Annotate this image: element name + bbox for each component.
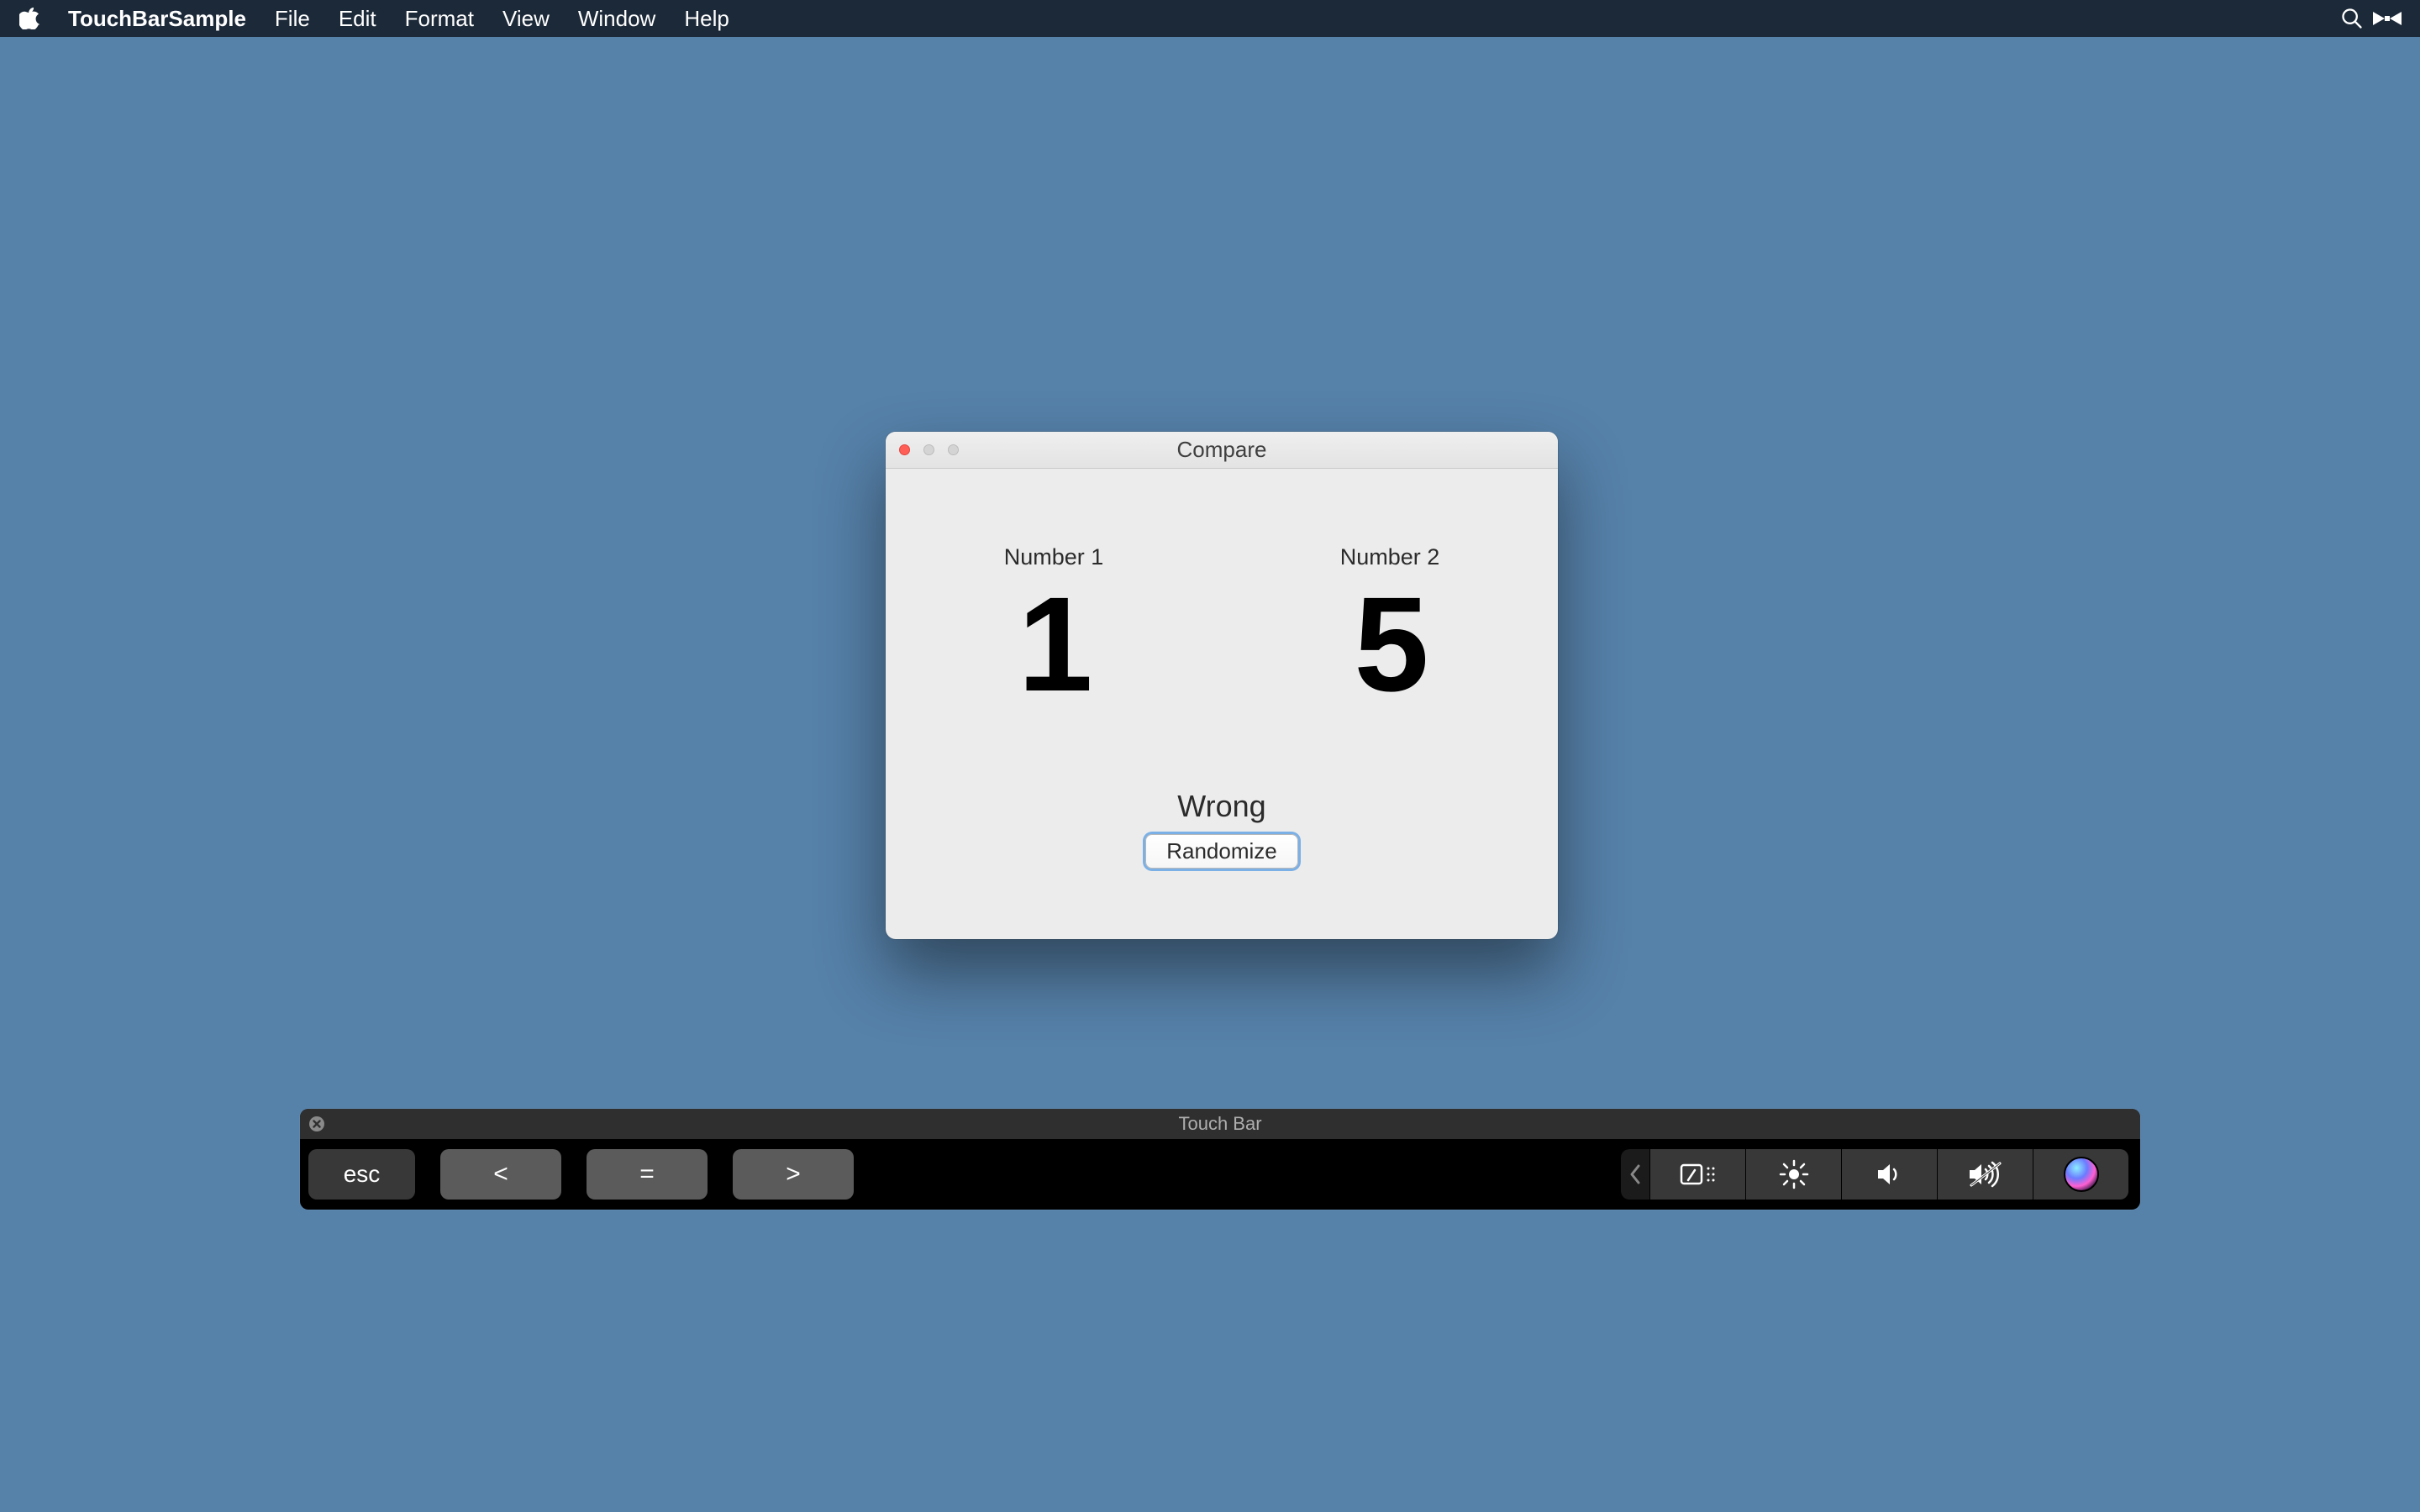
window-title: Compare <box>886 437 1558 463</box>
number-2-label: Number 2 <box>1340 544 1440 570</box>
touchbar-greater-than-key[interactable]: > <box>733 1149 854 1200</box>
touchbar-equals-key[interactable]: = <box>587 1149 708 1200</box>
menu-format[interactable]: Format <box>391 0 488 37</box>
siri-icon <box>2064 1157 2099 1192</box>
menu-edit[interactable]: Edit <box>324 0 391 37</box>
menu-view[interactable]: View <box>488 0 564 37</box>
touchbar-less-than-key[interactable]: < <box>440 1149 561 1200</box>
touchbar-title: Touch Bar <box>300 1113 2140 1135</box>
minimize-button[interactable] <box>923 444 934 455</box>
siri-button[interactable] <box>2033 1149 2128 1200</box>
spotlight-search[interactable] <box>2334 0 2370 37</box>
control-strip <box>1621 1149 2128 1200</box>
number-2-column: Number 2 5 <box>1222 544 1558 711</box>
number-1-value: 1 <box>1018 577 1090 711</box>
apple-menu[interactable] <box>15 0 45 37</box>
number-1-column: Number 1 1 <box>886 544 1222 711</box>
apple-icon <box>19 8 41 29</box>
touchbar-header[interactable]: Touch Bar <box>300 1109 2140 1139</box>
brightness-up-button[interactable] <box>1745 1149 1841 1200</box>
touchbar-window: Touch Bar esc < = > <box>300 1109 2140 1210</box>
traffic-lights <box>899 444 959 455</box>
mute-button[interactable] <box>1937 1149 2033 1200</box>
compare-window: Compare Number 1 1 Number 2 5 Wrong Rand… <box>886 432 1558 939</box>
titlebar[interactable]: Compare <box>886 432 1558 469</box>
menubar: TouchBarSample File Edit Format View Win… <box>0 0 2420 37</box>
zoom-button[interactable] <box>948 444 959 455</box>
volume-icon <box>1875 1161 1905 1188</box>
bowtie-icon <box>2371 10 2403 27</box>
window-content: Number 1 1 Number 2 5 Wrong Randomize <box>886 469 1558 939</box>
close-button[interactable] <box>899 444 910 455</box>
touchbar-esc-key[interactable]: esc <box>308 1149 415 1200</box>
menu-help[interactable]: Help <box>670 0 743 37</box>
chevron-left-icon <box>1628 1163 1642 1186</box>
close-icon <box>308 1116 325 1132</box>
number-2-value: 5 <box>1355 577 1426 711</box>
volume-button[interactable] <box>1841 1149 1937 1200</box>
number-1-label: Number 1 <box>1004 544 1104 570</box>
control-strip-expand[interactable] <box>1621 1149 1649 1200</box>
mute-icon <box>1966 1160 2005 1189</box>
app-menu[interactable]: TouchBarSample <box>54 0 260 37</box>
brightness-slider-icon <box>1680 1160 1717 1189</box>
menu-window[interactable]: Window <box>564 0 670 37</box>
status-item[interactable] <box>2370 0 2405 37</box>
randomize-button[interactable]: Randomize <box>1145 834 1298 869</box>
menu-file[interactable]: File <box>260 0 324 37</box>
brightness-icon <box>1779 1159 1809 1189</box>
touchbar-close-button[interactable] <box>307 1114 327 1134</box>
touchbar-strip: esc < = > <box>300 1139 2140 1210</box>
result-label: Wrong <box>1177 789 1265 824</box>
brightness-down-button[interactable] <box>1649 1149 1745 1200</box>
search-icon <box>2340 7 2364 30</box>
